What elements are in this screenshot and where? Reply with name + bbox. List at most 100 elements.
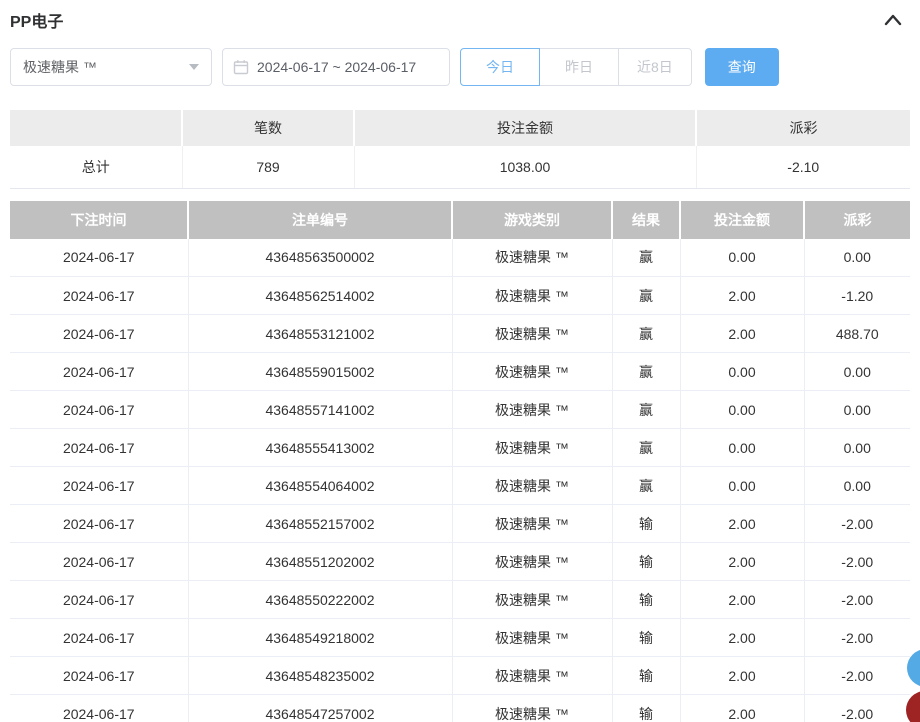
chevron-up-icon — [884, 14, 902, 26]
payout-cell: 0.00 — [804, 239, 910, 277]
bet-id-cell: 43648554064002 — [188, 467, 452, 505]
summary-header-row: 笔数 投注金额 派彩 — [10, 110, 910, 146]
payout-cell: -1.20 — [804, 277, 910, 315]
payout-cell: -2.00 — [804, 581, 910, 619]
table-row: 2024-06-1743648551202002极速糖果 ™输2.00-2.00 — [10, 543, 910, 581]
bet-time-cell: 2024-06-17 — [10, 581, 188, 619]
summary-count: 789 — [182, 146, 354, 188]
table-row: 2024-06-1743648557141002极速糖果 ™赢0.000.00 — [10, 391, 910, 429]
page-title: PP电子 — [10, 8, 63, 32]
game-type-cell: 极速糖果 ™ — [452, 353, 612, 391]
bet-time-cell: 2024-06-17 — [10, 277, 188, 315]
summary-header-count: 笔数 — [182, 110, 354, 146]
bet-id-cell: 43648547257002 — [188, 695, 452, 722]
bet-time-cell: 2024-06-17 — [10, 695, 188, 722]
table-row: 2024-06-1743648548235002极速糖果 ™输2.00-2.00 — [10, 657, 910, 695]
summary-total-row: 总计 789 1038.00 -2.10 — [10, 146, 910, 188]
game-type-cell: 极速糖果 ™ — [452, 505, 612, 543]
game-type-cell: 极速糖果 ™ — [452, 239, 612, 277]
yesterday-button[interactable]: 昨日 — [539, 48, 619, 86]
header-payout: 派彩 — [804, 201, 910, 239]
game-type-cell: 极速糖果 ™ — [452, 619, 612, 657]
bet-amount-cell: 0.00 — [680, 239, 804, 277]
payout-cell: -2.00 — [804, 657, 910, 695]
header-game-type: 游戏类别 — [452, 201, 612, 239]
table-row: 2024-06-1743648547257002极速糖果 ™输2.00-2.00 — [10, 695, 910, 722]
table-row: 2024-06-1743648549218002极速糖果 ™输2.00-2.00 — [10, 619, 910, 657]
bet-id-cell: 43648563500002 — [188, 239, 452, 277]
query-button[interactable]: 查询 — [705, 48, 779, 86]
bet-time-cell: 2024-06-17 — [10, 619, 188, 657]
game-type-cell: 极速糖果 ™ — [452, 391, 612, 429]
game-type-cell: 极速糖果 ™ — [452, 581, 612, 619]
bet-id-cell: 43648557141002 — [188, 391, 452, 429]
result-cell: 输 — [612, 695, 680, 722]
payout-cell: 0.00 — [804, 467, 910, 505]
bet-id-cell: 43648551202002 — [188, 543, 452, 581]
last-8-days-button[interactable]: 近8日 — [618, 48, 692, 86]
table-row: 2024-06-1743648553121002极速糖果 ™赢2.00488.7… — [10, 315, 910, 353]
summary-header-bet-amount: 投注金额 — [354, 110, 696, 146]
bet-id-cell: 43648562514002 — [188, 277, 452, 315]
bet-time-cell: 2024-06-17 — [10, 315, 188, 353]
game-type-cell: 极速糖果 ™ — [452, 315, 612, 353]
bet-amount-cell: 2.00 — [680, 543, 804, 581]
caret-down-icon — [189, 64, 199, 70]
result-cell: 赢 — [612, 239, 680, 277]
header-result: 结果 — [612, 201, 680, 239]
table-row: 2024-06-1743648550222002极速糖果 ™输2.00-2.00 — [10, 581, 910, 619]
bet-time-cell: 2024-06-17 — [10, 239, 188, 277]
table-row: 2024-06-1743648555413002极速糖果 ™赢0.000.00 — [10, 429, 910, 467]
filter-bar: 极速糖果 ™ 2024-06-17 ~ 2024-06-17 今日 昨日 近8日… — [10, 48, 910, 86]
result-cell: 输 — [612, 505, 680, 543]
game-type-cell: 极速糖果 ™ — [452, 277, 612, 315]
bet-records-table: 下注时间 注单编号 游戏类别 结果 投注金额 派彩 2024-06-174364… — [10, 201, 910, 722]
result-cell: 赢 — [612, 391, 680, 429]
bet-table-header-row: 下注时间 注单编号 游戏类别 结果 投注金额 派彩 — [10, 201, 910, 239]
today-button[interactable]: 今日 — [460, 48, 540, 86]
payout-cell: -2.00 — [804, 543, 910, 581]
bet-id-cell: 43648553121002 — [188, 315, 452, 353]
bet-amount-cell: 2.00 — [680, 695, 804, 722]
game-type-cell: 极速糖果 ™ — [452, 429, 612, 467]
summary-header-empty — [10, 110, 182, 146]
table-row: 2024-06-1743648562514002极速糖果 ™赢2.00-1.20 — [10, 277, 910, 315]
bet-amount-cell: 2.00 — [680, 581, 804, 619]
result-cell: 赢 — [612, 353, 680, 391]
summary-total-label: 总计 — [10, 146, 182, 188]
game-type-cell: 极速糖果 ™ — [452, 467, 612, 505]
bet-id-cell: 43648552157002 — [188, 505, 452, 543]
bet-id-cell: 43648559015002 — [188, 353, 452, 391]
bet-amount-cell: 2.00 — [680, 657, 804, 695]
game-select-value: 极速糖果 ™ — [23, 57, 97, 77]
result-cell: 赢 — [612, 277, 680, 315]
bet-time-cell: 2024-06-17 — [10, 429, 188, 467]
result-cell: 输 — [612, 581, 680, 619]
result-cell: 输 — [612, 543, 680, 581]
payout-cell: 488.70 — [804, 315, 910, 353]
header-bet-time: 下注时间 — [10, 201, 188, 239]
date-range-picker[interactable]: 2024-06-17 ~ 2024-06-17 — [222, 48, 450, 86]
payout-cell: 0.00 — [804, 353, 910, 391]
summary-header-payout: 派彩 — [696, 110, 910, 146]
game-select[interactable]: 极速糖果 ™ — [10, 48, 212, 86]
bet-id-cell: 43648550222002 — [188, 581, 452, 619]
table-row: 2024-06-1743648552157002极速糖果 ™输2.00-2.00 — [10, 505, 910, 543]
payout-cell: -2.00 — [804, 619, 910, 657]
bet-time-cell: 2024-06-17 — [10, 505, 188, 543]
header-bet-id: 注单编号 — [188, 201, 452, 239]
quick-range-group: 今日 昨日 近8日 — [460, 48, 692, 86]
result-cell: 输 — [612, 657, 680, 695]
bet-time-cell: 2024-06-17 — [10, 467, 188, 505]
summary-payout: -2.10 — [696, 146, 910, 188]
bet-time-cell: 2024-06-17 — [10, 353, 188, 391]
table-row: 2024-06-1743648563500002极速糖果 ™赢0.000.00 — [10, 239, 910, 277]
table-row: 2024-06-1743648559015002极速糖果 ™赢0.000.00 — [10, 353, 910, 391]
summary-table: 笔数 投注金额 派彩 总计 789 1038.00 -2.10 — [10, 110, 910, 189]
bet-time-cell: 2024-06-17 — [10, 543, 188, 581]
bet-amount-cell: 0.00 — [680, 353, 804, 391]
bet-amount-cell: 0.00 — [680, 467, 804, 505]
result-cell: 赢 — [612, 467, 680, 505]
pp-electronic-panel: PP电子 极速糖果 ™ 2024-06-17 ~ 2 — [0, 0, 920, 722]
collapse-button[interactable] — [882, 9, 904, 31]
